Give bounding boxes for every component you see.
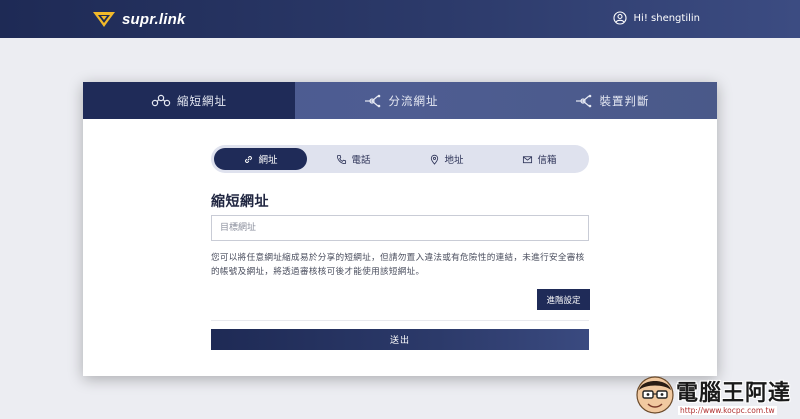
submit-button[interactable]: 送出 bbox=[211, 329, 589, 350]
pill-label: 信箱 bbox=[537, 155, 557, 166]
link-chain-icon bbox=[151, 94, 171, 106]
pill-label: 電話 bbox=[351, 155, 371, 166]
device-icon bbox=[575, 94, 591, 107]
tab-label: 裝置判斷 bbox=[599, 93, 650, 108]
divider bbox=[211, 320, 589, 321]
watermark-title: 電腦王阿達 bbox=[676, 381, 792, 406]
feature-tabs: 縮短網址 分流網址 裝置判斷 bbox=[83, 82, 717, 119]
tab-label: 縮短網址 bbox=[177, 93, 227, 108]
target-url-input[interactable] bbox=[211, 215, 589, 241]
pill-email[interactable]: 信箱 bbox=[493, 148, 586, 170]
pill-address[interactable]: 地址 bbox=[400, 148, 493, 170]
link-type-selector: 網址 電話 地址 信箱 bbox=[211, 145, 589, 173]
top-navbar: supr.link Hi! shengtilin bbox=[0, 0, 800, 38]
watermark: 電腦王阿達 http://www.kocpc.com.tw bbox=[630, 372, 800, 419]
user-icon bbox=[612, 11, 627, 25]
watermark-url: http://www.kocpc.com.tw bbox=[678, 406, 777, 415]
logo-text: supr.link bbox=[122, 10, 186, 28]
tab-label: 分流網址 bbox=[388, 93, 439, 108]
mascot-face-icon bbox=[636, 376, 674, 414]
form-description: 您可以將任意網址縮成易於分享的短網址，但請勿置入違法或有危險性的連結，未進行安全… bbox=[211, 253, 585, 277]
pill-label: 網址 bbox=[258, 155, 278, 166]
user-greeting: Hi! shengtilin bbox=[633, 12, 700, 24]
phone-icon bbox=[337, 154, 347, 164]
shortener-card: 縮短網址 分流網址 裝置判斷 網址 電話 地址 信箱 縮短網址 目標網址 您可以… bbox=[83, 82, 717, 376]
tab-device-detect[interactable]: 裝置判斷 bbox=[506, 82, 717, 119]
tab-split-url[interactable]: 分流網址 bbox=[295, 82, 506, 119]
link-icon bbox=[245, 155, 253, 163]
form-title: 縮短網址 bbox=[211, 194, 269, 210]
pill-url[interactable]: 網址 bbox=[214, 148, 307, 170]
user-menu[interactable]: Hi! shengtilin bbox=[612, 11, 700, 25]
mail-icon bbox=[523, 155, 533, 163]
logo-icon bbox=[93, 12, 115, 27]
tab-shorten-url[interactable]: 縮短網址 bbox=[83, 82, 295, 119]
pill-phone[interactable]: 電話 bbox=[307, 148, 400, 170]
split-icon bbox=[364, 94, 380, 107]
pill-label: 地址 bbox=[444, 155, 464, 166]
location-pin-icon bbox=[431, 154, 439, 165]
advanced-settings-button[interactable]: 進階設定 bbox=[537, 289, 590, 310]
brand-logo[interactable]: supr.link bbox=[92, 9, 186, 29]
